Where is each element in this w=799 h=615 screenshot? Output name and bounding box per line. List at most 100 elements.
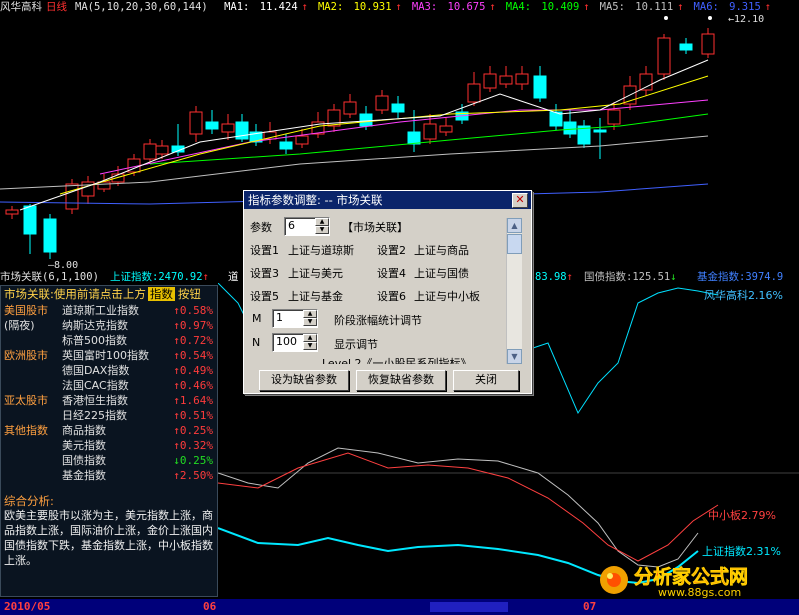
up-arrow-icon: ↑ xyxy=(489,1,496,13)
market-group: (隔夜) xyxy=(4,319,35,332)
m-spinner[interactable]: 1 ▲ ▼ xyxy=(272,309,318,328)
ma-line xyxy=(59,75,709,195)
candle xyxy=(701,33,715,55)
candle xyxy=(391,103,405,113)
candle xyxy=(5,209,19,215)
setting-key: 设置5 xyxy=(250,290,279,303)
cursor-date-box xyxy=(430,602,508,612)
index-row[interactable]: 标普500指数 ↑0.72% xyxy=(1,333,217,348)
setting-name: 上证与中小板 xyxy=(414,290,480,303)
n-description: 显示调节 xyxy=(334,338,378,351)
analysis-title: 综合分析: xyxy=(4,494,54,508)
candle xyxy=(375,95,389,111)
marker-dot xyxy=(708,16,712,20)
dialog-scrollbar[interactable]: ▲ ▼ xyxy=(506,218,522,364)
index-name: 法国CAC指数 xyxy=(62,379,129,392)
index-row[interactable]: 日经225指数 ↑0.51% xyxy=(1,408,217,423)
spin-up-icon[interactable]: ▲ xyxy=(315,218,329,226)
spin-down-icon[interactable]: ▼ xyxy=(303,318,317,326)
index-row[interactable]: (隔夜) 纳斯达克指数 ↑0.97% xyxy=(1,318,217,333)
up-arrow-icon: ↑ xyxy=(395,1,402,13)
candle xyxy=(499,75,513,85)
market-group: 亚太股市 xyxy=(4,394,48,407)
index-tab[interactable]: 指数 xyxy=(147,287,175,301)
index-row[interactable]: 德国DAX指数 ↑0.49% xyxy=(1,363,217,378)
scroll-thumb[interactable] xyxy=(507,234,522,254)
index-change: ↑0.51% xyxy=(173,409,213,422)
m-label: M xyxy=(252,312,262,325)
analysis-text: 欧美主要股市以涨为主，美元指数上涨，商品指数上涨，国际油价上涨，金价上涨国内国债… xyxy=(4,509,213,567)
spin-up-icon[interactable]: ▲ xyxy=(303,310,317,318)
index-row[interactable]: 法国CAC指数 ↑0.46% xyxy=(1,378,217,393)
ma-number: 10.409 xyxy=(535,1,580,13)
index-row[interactable]: 美国股市 道琼斯工业指数 ↑0.58% xyxy=(1,303,217,318)
marker-dot xyxy=(664,16,668,20)
close-button[interactable]: 关闭 xyxy=(453,370,519,391)
candle xyxy=(81,181,95,197)
set-default-button[interactable]: 设为缺省参数 xyxy=(259,370,349,391)
ma-line xyxy=(19,59,709,211)
price-low-label: —8.00 xyxy=(48,260,78,270)
index-name: 国债指数 xyxy=(62,454,106,467)
indicator-value: 国债指数:125.51↓ xyxy=(584,271,677,283)
restore-default-button[interactable]: 恢复缺省参数 xyxy=(356,370,446,391)
candle xyxy=(221,123,235,133)
index-row[interactable]: 美元指数 ↑0.32% xyxy=(1,438,217,453)
param-name: 【市场关联】 xyxy=(342,221,408,234)
scroll-down-icon[interactable]: ▼ xyxy=(507,349,522,364)
param-value[interactable]: 6 xyxy=(288,219,295,232)
candle xyxy=(439,125,453,133)
stock-name: 风华高科 xyxy=(0,1,42,13)
ma-number: 10.111 xyxy=(628,1,674,13)
ma-value: MA2: xyxy=(317,1,344,13)
candle xyxy=(533,75,547,99)
spin-down-icon[interactable]: ▼ xyxy=(303,342,317,350)
index-row[interactable]: 亚太股市 香港恒生指数 ↑1.64% xyxy=(1,393,217,408)
index-name: 日经225指数 xyxy=(62,409,127,422)
down-arrow-icon: ↓ xyxy=(670,271,677,283)
candle xyxy=(23,205,37,235)
spin-up-icon[interactable]: ▲ xyxy=(303,334,317,342)
index-row[interactable]: 基金指数 ↑2.50% xyxy=(1,468,217,483)
up-arrow-icon: ↑ xyxy=(677,1,684,13)
indicator-value: 上证指数:2470.92↑ xyxy=(110,271,209,283)
partial-line: Level 2《一小股民系列指标》 xyxy=(322,357,472,364)
index-row[interactable]: 其他指数 商品指数 ↑0.25% xyxy=(1,423,217,438)
watermark-name: 分析家公式网 xyxy=(634,565,748,588)
candle xyxy=(189,111,203,135)
partial-line-clip: Level 2《一小股民系列指标》 xyxy=(314,355,504,364)
candle xyxy=(43,218,57,253)
ma-number: 10.931 xyxy=(347,1,392,13)
index-row[interactable]: 国债指数 ↓0.25% xyxy=(1,453,217,468)
sme-label: 中小板2.79% xyxy=(708,508,776,522)
index-row[interactable]: 欧洲股市 英国富时100指数 ↑0.54% xyxy=(1,348,217,363)
button-tab[interactable]: 按钮 xyxy=(178,287,201,301)
n-spinner[interactable]: 100 ▲ ▼ xyxy=(272,333,318,352)
spin-down-icon[interactable]: ▼ xyxy=(315,226,329,234)
date-label: 06 xyxy=(203,600,217,613)
ma-value: MA4: xyxy=(505,1,532,13)
candle xyxy=(679,43,693,51)
index-change: ↓0.25% xyxy=(173,454,213,467)
watermark-url: www.88gs.com xyxy=(658,586,741,598)
n-value[interactable]: 100 xyxy=(276,335,297,348)
index-name: 德国DAX指数 xyxy=(62,364,130,377)
index-change: ↑1.64% xyxy=(173,394,213,407)
index-change: ↑0.49% xyxy=(173,364,213,377)
param-spinner[interactable]: 6 ▲ ▼ xyxy=(284,217,330,236)
dialog-title: 指标参数调整: -- 市场关联 xyxy=(244,191,531,209)
scroll-up-icon[interactable]: ▲ xyxy=(507,218,522,233)
site-watermark: 分析家公式网 www.88gs.com xyxy=(600,565,748,598)
m-value[interactable]: 1 xyxy=(276,311,283,324)
candle xyxy=(205,121,219,130)
n-label: N xyxy=(252,336,261,349)
dialog-close-button[interactable]: ✕ xyxy=(512,193,528,208)
panel-title: 市场关联:使用前请点击上方 xyxy=(4,287,146,301)
candle xyxy=(639,73,653,91)
param-label: 参数 xyxy=(250,221,272,234)
up-arrow-icon: ↑ xyxy=(566,271,573,283)
ma-number: 11.424 xyxy=(253,1,298,13)
candle xyxy=(65,183,79,210)
m-description: 阶段涨幅统计调节 xyxy=(334,314,422,327)
stock-label: 风华高科2.16% xyxy=(704,288,783,302)
